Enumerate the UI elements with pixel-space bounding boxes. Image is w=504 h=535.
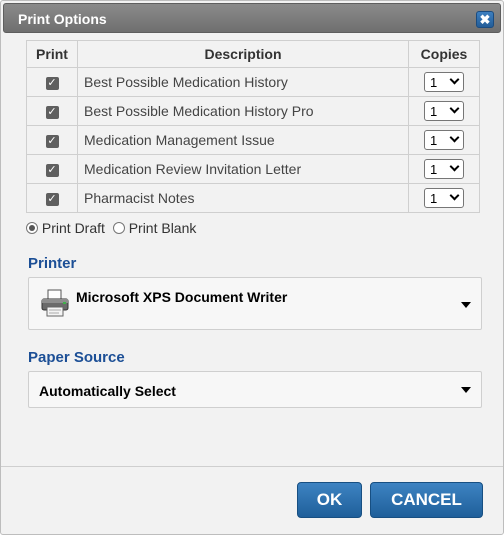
copies-select[interactable]: 1 bbox=[424, 130, 464, 150]
print-blank-radio[interactable] bbox=[112, 222, 125, 234]
cancel-button[interactable]: CANCEL bbox=[370, 482, 483, 518]
row-description: Pharmacist Notes bbox=[77, 183, 409, 213]
print-checkbox[interactable]: ✓ bbox=[45, 163, 59, 177]
print-checkbox[interactable]: ✓ bbox=[45, 105, 59, 119]
copies-value: 1 bbox=[430, 104, 438, 119]
chevron-down-icon bbox=[449, 103, 460, 114]
table-row: ✓ Pharmacist Notes 1 bbox=[26, 183, 480, 213]
copies-value: 1 bbox=[430, 133, 438, 148]
column-header-description: Description bbox=[77, 40, 409, 68]
printer-select[interactable]: Microsoft XPS Document Writer bbox=[28, 277, 482, 330]
table-row: ✓ Best Possible Medication History Pro 1 bbox=[26, 96, 480, 126]
dialog-titlebar[interactable]: Print Options ✖ bbox=[3, 3, 501, 33]
paper-source-value: Automatically Select bbox=[39, 383, 176, 399]
table-header-row: Print Description Copies bbox=[26, 40, 480, 68]
print-checkbox[interactable]: ✓ bbox=[45, 192, 59, 206]
row-description: Medication Review Invitation Letter bbox=[77, 154, 409, 184]
close-icon: ✖ bbox=[479, 12, 491, 27]
copies-select[interactable]: 1 bbox=[424, 159, 464, 179]
chevron-down-icon bbox=[449, 74, 460, 85]
dropdown-arrow-icon bbox=[461, 387, 471, 393]
copies-select[interactable]: 1 bbox=[424, 101, 464, 121]
copies-select[interactable]: 1 bbox=[424, 72, 464, 92]
paper-source-select[interactable]: Automatically Select bbox=[28, 371, 482, 408]
chevron-down-icon bbox=[449, 161, 460, 172]
copies-value: 1 bbox=[430, 162, 438, 177]
print-mode-group: Print Draft Print Blank bbox=[26, 220, 200, 236]
copies-value: 1 bbox=[430, 75, 438, 90]
print-checkbox[interactable]: ✓ bbox=[45, 76, 59, 90]
copies-value: 1 bbox=[430, 191, 438, 206]
paper-source-label: Paper Source bbox=[28, 349, 125, 366]
print-draft-radio[interactable] bbox=[26, 222, 38, 234]
copies-select[interactable]: 1 bbox=[424, 188, 464, 208]
footer-divider bbox=[1, 466, 503, 467]
dropdown-arrow-icon bbox=[461, 302, 471, 308]
table-row: ✓ Best Possible Medication History 1 bbox=[26, 67, 480, 97]
printer-icon bbox=[41, 289, 69, 317]
table-row: ✓ Medication Management Issue 1 bbox=[26, 125, 480, 155]
row-description: Best Possible Medication History bbox=[77, 67, 409, 97]
chevron-down-icon bbox=[449, 190, 460, 201]
printer-value: Microsoft XPS Document Writer bbox=[76, 289, 288, 305]
printer-label: Printer bbox=[28, 255, 77, 272]
column-header-copies: Copies bbox=[408, 40, 480, 68]
close-button[interactable]: ✖ bbox=[476, 11, 494, 28]
row-description: Medication Management Issue bbox=[77, 125, 409, 155]
table-row: ✓ Medication Review Invitation Letter 1 bbox=[26, 154, 480, 184]
print-blank-label[interactable]: Print Blank bbox=[129, 220, 197, 236]
ok-button[interactable]: OK bbox=[297, 482, 362, 518]
print-draft-label[interactable]: Print Draft bbox=[42, 220, 105, 236]
dialog-title: Print Options bbox=[18, 11, 107, 27]
print-items-table: Print Description Copies ✓ Best Possible… bbox=[26, 40, 480, 213]
row-description: Best Possible Medication History Pro bbox=[77, 96, 409, 126]
print-checkbox[interactable]: ✓ bbox=[45, 134, 59, 148]
column-header-print: Print bbox=[26, 40, 78, 68]
print-options-dialog: Print Options ✖ Print Description Copies… bbox=[0, 0, 504, 535]
chevron-down-icon bbox=[449, 132, 460, 143]
